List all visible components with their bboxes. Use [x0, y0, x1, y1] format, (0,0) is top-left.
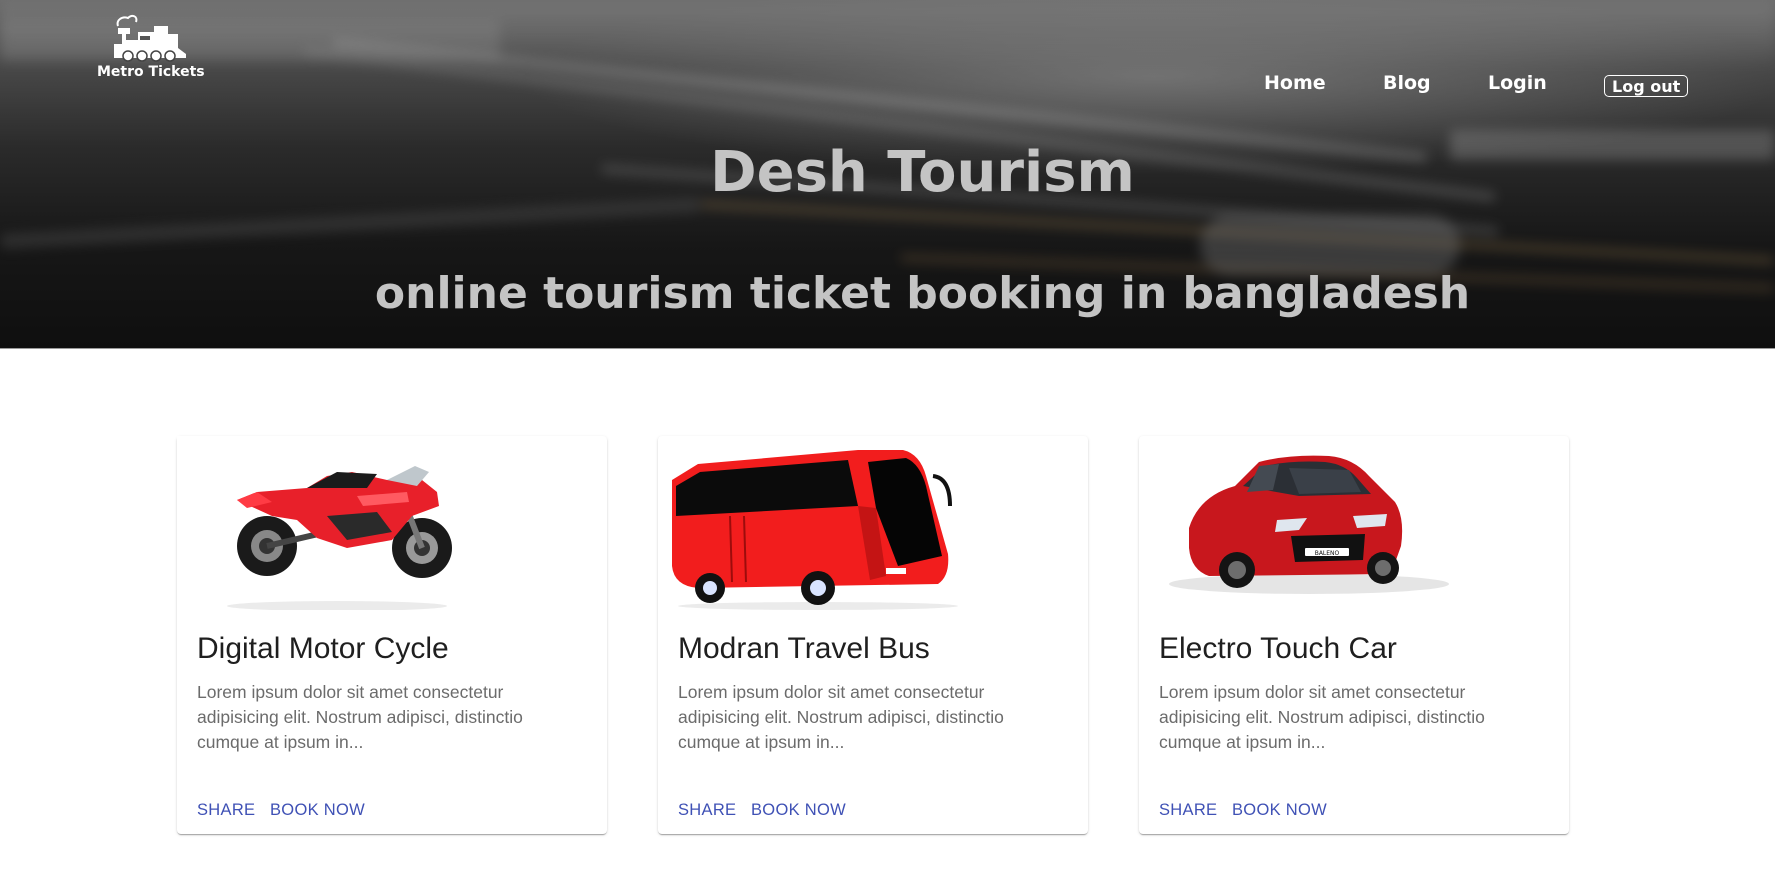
vehicle-card: Modran Travel Bus Lorem ipsum dolor sit … [658, 436, 1088, 834]
hero-subtitle: online tourism ticket booking in banglad… [374, 268, 1471, 319]
book-now-button[interactable]: BOOK NOW [1224, 792, 1335, 828]
train-icon [114, 14, 186, 62]
car-image: BALENO [1139, 436, 1569, 610]
nav-home-link[interactable]: Home [1264, 72, 1326, 94]
share-button[interactable]: SHARE [189, 792, 263, 828]
hero-title: Desh Tourism [710, 140, 1135, 205]
vehicle-card: Digital Motor Cycle Lorem ipsum dolor si… [177, 436, 607, 834]
share-button[interactable]: SHARE [670, 792, 744, 828]
bus-image [658, 436, 1088, 610]
share-button[interactable]: SHARE [1151, 792, 1225, 828]
book-now-button[interactable]: BOOK NOW [743, 792, 854, 828]
hero-banner: Metro Tickets Home Blog Login Log out De… [0, 0, 1775, 349]
main-nav: Home Blog Login [0, 72, 1775, 102]
nav-login-link[interactable]: Login [1488, 72, 1547, 94]
card-title: Electro Touch Car [1159, 632, 1397, 665]
book-now-button[interactable]: BOOK NOW [262, 792, 373, 828]
logout-button[interactable]: Log out [1604, 75, 1689, 97]
card-title: Modran Travel Bus [678, 632, 930, 665]
motorcycle-image [177, 436, 607, 610]
car-plate-text: BALENO [1315, 550, 1340, 557]
nav-blog-link[interactable]: Blog [1383, 72, 1431, 94]
card-description: Lorem ipsum dolor sit amet consectetur a… [678, 682, 1004, 752]
card-description: Lorem ipsum dolor sit amet consectetur a… [1159, 682, 1485, 752]
card-title: Digital Motor Cycle [197, 632, 449, 665]
card-description: Lorem ipsum dolor sit amet consectetur a… [197, 682, 523, 752]
vehicle-card: BALENO Electro Touch Car Lorem ipsum dol… [1139, 436, 1569, 834]
vehicle-cards: Digital Motor Cycle Lorem ipsum dolor si… [0, 436, 1775, 836]
